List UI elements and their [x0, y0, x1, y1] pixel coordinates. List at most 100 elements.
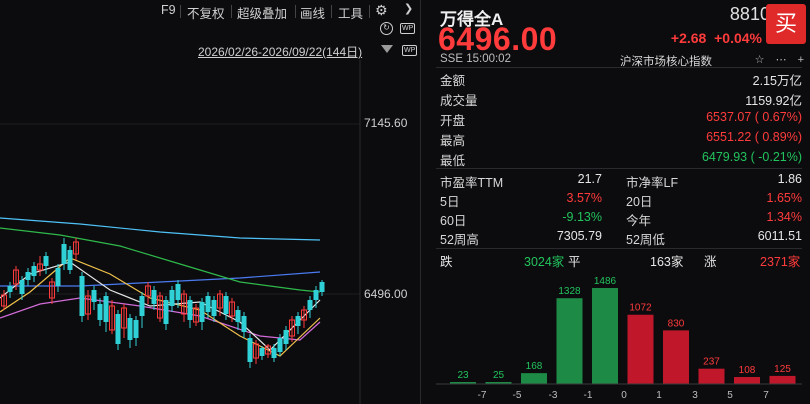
tools-button[interactable]: 工具 — [338, 3, 363, 22]
candle-body — [55, 268, 61, 286]
candle-body — [259, 348, 265, 356]
candle-body — [163, 300, 169, 324]
histogram-bar — [698, 368, 725, 384]
valuation-value: 3.57% — [566, 191, 602, 205]
stat-row: 最高 6551.22 ( 0.89%) — [436, 130, 802, 148]
quote-action-icons[interactable]: ☆ ⋯ + — [755, 53, 808, 66]
advance-decline-row: 跌 3024家 平 163家 涨 2371家 — [436, 251, 802, 269]
valuation-label: 52周低 — [626, 233, 665, 247]
stat-value: 6537.07 ( 0.67%) — [706, 110, 802, 124]
candle-body — [271, 348, 277, 358]
gear-icon[interactable]: ⚙ — [375, 2, 388, 19]
histogram-tick-label: -1 — [584, 390, 593, 401]
chart-toolbar: F9 不复权 超级叠加 画线 工具 ⚙ ❯ — [0, 0, 420, 22]
divider — [436, 67, 802, 68]
stat-row: 开盘 6537.07 ( 0.67%) — [436, 110, 802, 128]
candle-body — [235, 310, 241, 322]
candle-body — [175, 284, 181, 300]
date-range-label[interactable]: 2026/02/26-2026/09/22(144日) — [198, 43, 362, 60]
kline-chart-pane[interactable]: F9 不复权 超级叠加 画线 工具 ⚙ ❯ ↻ WP 2026/02/26-20… — [0, 0, 420, 404]
toolbar-divider — [331, 5, 332, 18]
toolbar-divider — [369, 5, 370, 18]
candle-body — [211, 300, 217, 316]
overlay-button[interactable]: 超级叠加 — [237, 3, 287, 22]
chevron-down-icon[interactable] — [381, 45, 393, 53]
valuation-row: 5日 3.57% 20日 1.65% — [436, 191, 802, 209]
kline-canvas[interactable] — [0, 60, 420, 404]
histogram-tick-label: 0 — [621, 390, 627, 401]
exchange-time: SSE 15:00:02 — [440, 53, 511, 65]
valuation-label: 20日 — [626, 195, 653, 209]
candle-body — [31, 266, 37, 276]
app-window: F9 不复权 超级叠加 画线 工具 ⚙ ❯ ↻ WP 2026/02/26-20… — [0, 0, 810, 404]
divider — [436, 248, 802, 249]
valuation-value: -9.13% — [562, 210, 602, 224]
stat-label: 最低 — [440, 154, 466, 168]
candle-body — [205, 296, 211, 312]
stat-label: 开盘 — [440, 114, 466, 128]
candle-body — [97, 304, 103, 320]
valuation-row: 市盈率TTM 21.7 市净率LF 1.86 — [436, 172, 802, 190]
candle-body — [223, 296, 229, 314]
distribution-histogram[interactable]: 23 25 168 1328 1486 1072 830 237 108 125 -7 -5 -3 -1 0… — [422, 268, 810, 404]
wp-badge-secondary[interactable]: WP — [402, 45, 418, 56]
quote-pane: 万得全A 881001 买 6496.00 +2.68 +0.04% SSE 1… — [422, 0, 810, 404]
histogram-bar — [663, 330, 689, 384]
valuation-label: 市净率LF — [626, 176, 679, 190]
wp-badge[interactable]: WP — [400, 23, 416, 34]
histogram-bar — [556, 298, 583, 384]
candle-body — [283, 330, 289, 344]
histogram-bar — [521, 373, 547, 384]
valuation-value: 21.7 — [577, 172, 602, 186]
stat-row: 成交量 1159.92亿 — [436, 90, 802, 108]
histogram-bar-label: 25 — [493, 370, 505, 381]
toolbar-divider — [180, 5, 181, 18]
buy-button[interactable]: 买 — [766, 4, 806, 44]
adjust-button[interactable]: 不复权 — [187, 3, 225, 22]
histogram-tick-label: -5 — [513, 390, 522, 401]
candle-body — [199, 302, 205, 322]
candle-body — [25, 272, 31, 280]
pane-divider[interactable] — [420, 0, 421, 404]
valuation-label: 今年 — [626, 214, 652, 228]
histogram-bar-label: 830 — [668, 318, 685, 329]
histogram-bar — [734, 377, 760, 384]
candle-body — [139, 296, 145, 316]
candle-body — [67, 250, 73, 270]
f9-button[interactable]: F9 — [161, 3, 176, 17]
stat-label: 最高 — [440, 134, 466, 148]
histogram-bar-label: 23 — [457, 370, 469, 381]
stat-value: 1159.92亿 — [745, 94, 802, 108]
candle-body — [295, 316, 301, 326]
candle-body — [319, 282, 325, 292]
toolbar-divider — [231, 5, 232, 18]
histogram-tick-label: -3 — [549, 390, 558, 401]
histogram-bar-label: 168 — [526, 361, 543, 372]
refresh-icon[interactable]: ↻ — [380, 22, 393, 35]
candle-body — [247, 338, 253, 362]
histogram-bar-label: 1486 — [594, 276, 617, 287]
valuation-label: 60日 — [440, 214, 467, 228]
valuation-value: 1.34% — [766, 210, 802, 224]
histogram-tick-label: 7 — [763, 390, 769, 401]
histogram-bar-label: 1328 — [558, 286, 581, 297]
stat-value: 2.15万亿 — [752, 74, 802, 88]
draw-line-button[interactable]: 画线 — [300, 3, 325, 22]
valuation-label: 52周高 — [440, 233, 479, 247]
ma-120-line — [0, 271, 321, 287]
candle-body — [7, 286, 13, 292]
candle-body — [313, 290, 319, 300]
valuation-label: 5日 — [440, 195, 460, 209]
histogram-bar-label: 1072 — [629, 303, 652, 314]
valuation-value: 6011.51 — [757, 229, 802, 243]
candle-body — [19, 280, 25, 294]
valuation-value: 1.65% — [766, 191, 802, 205]
histogram-tick-label: 3 — [692, 390, 698, 401]
candle-body — [79, 276, 85, 316]
histogram-bar — [627, 314, 654, 384]
candle-body — [169, 290, 175, 306]
valuation-value: 1.86 — [777, 172, 802, 186]
chevron-right-icon[interactable]: ❯ — [404, 2, 413, 15]
histogram-bar — [592, 288, 618, 384]
candle-body — [277, 338, 283, 352]
